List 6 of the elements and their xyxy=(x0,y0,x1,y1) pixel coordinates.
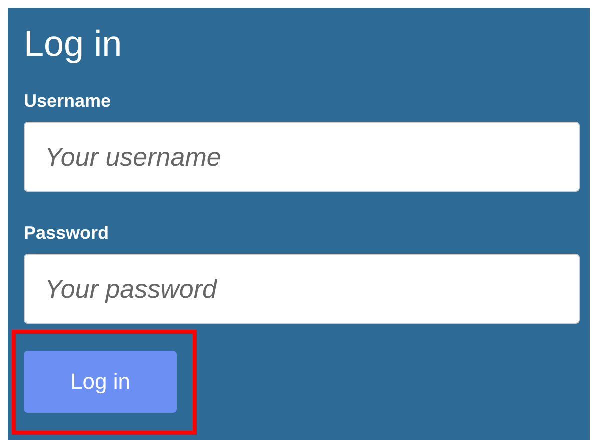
login-button[interactable]: Log in xyxy=(24,351,177,413)
input-field[interactable]: Your password xyxy=(24,254,580,324)
field-label: Username xyxy=(24,90,112,112)
input-field[interactable]: Your username xyxy=(24,122,580,192)
field-label: Password xyxy=(24,222,110,244)
form-title: Log in xyxy=(24,22,122,66)
